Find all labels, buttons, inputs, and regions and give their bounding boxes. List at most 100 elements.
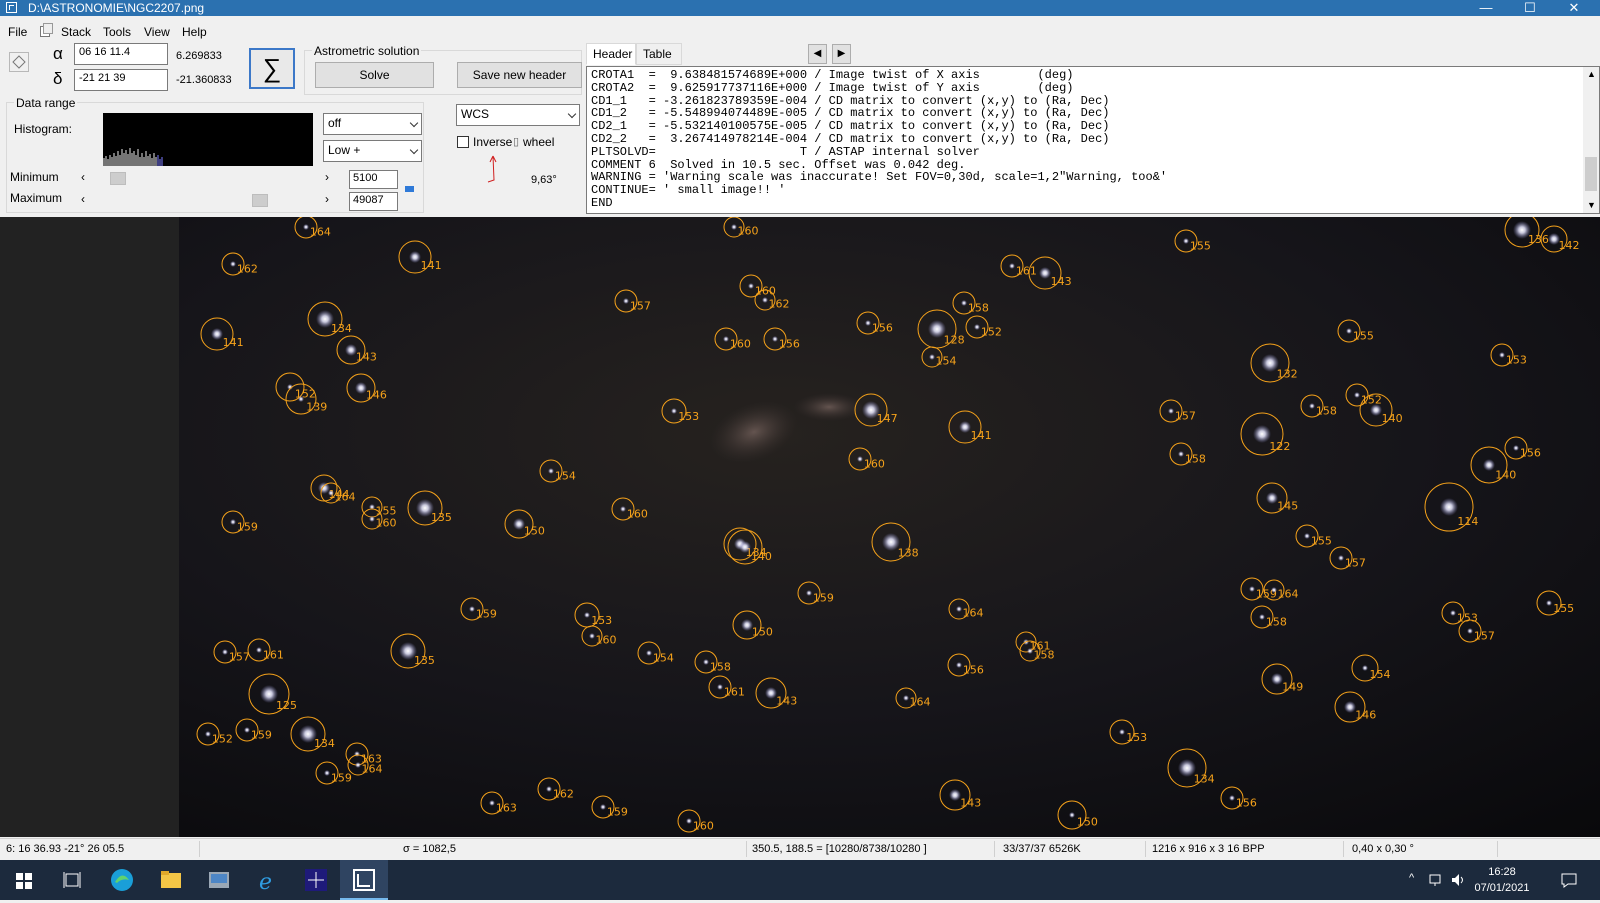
star-point: [1271, 673, 1283, 685]
wcs-combo[interactable]: WCS: [456, 104, 580, 126]
star-magnitude-label: 114: [1457, 515, 1478, 528]
zoom-fit-button[interactable]: [9, 52, 29, 72]
star-magnitude-label: 160: [730, 337, 751, 350]
delta-input[interactable]: -21 21 39: [74, 69, 168, 91]
header-line: CROTA2 = 9.625917737116E+000 / Image twi…: [591, 80, 1074, 95]
star-magnitude-label: 155: [1553, 602, 1574, 615]
star-magnitude-label: 153: [1506, 353, 1527, 366]
start-button[interactable]: [0, 860, 48, 900]
menu-file[interactable]: File: [8, 25, 27, 39]
star-magnitude-label: 143: [356, 351, 377, 364]
explorer-button[interactable]: [147, 860, 195, 900]
status-fov: 0,40 x 0,30 °: [1352, 843, 1414, 855]
star-point: [1309, 403, 1315, 409]
star-point: [256, 647, 262, 653]
prev-button[interactable]: ◀: [808, 44, 827, 64]
star-point: [1266, 492, 1278, 504]
notifications-icon[interactable]: [1560, 872, 1578, 888]
tab-table[interactable]: Table: [636, 43, 682, 65]
solve-button[interactable]: Solve: [315, 62, 434, 88]
star-magnitude-label: 153: [591, 614, 612, 627]
chevron-up-icon[interactable]: ^: [1409, 872, 1414, 884]
sigma-button[interactable]: ∑: [249, 48, 295, 89]
network-icon[interactable]: [1428, 872, 1444, 888]
astap-icon: [353, 869, 375, 891]
star-point: [1271, 587, 1277, 593]
next-button[interactable]: ▶: [832, 44, 851, 64]
range-spinner[interactable]: [403, 170, 416, 211]
star-magnitude-label: 158: [710, 660, 731, 673]
star-magnitude-label: 146: [366, 389, 387, 402]
star-point: [961, 300, 967, 306]
rotation-angle: 9,63°: [531, 174, 557, 186]
star-magnitude-label: 162: [553, 787, 574, 800]
menu-stack[interactable]: Stack: [61, 25, 91, 39]
tab-header[interactable]: Header: [586, 43, 636, 65]
clock[interactable]: 16:28 07/01/2021: [1472, 864, 1532, 896]
maximum-slider-thumb[interactable]: [252, 194, 268, 207]
scroll-thumb[interactable]: [1585, 157, 1597, 191]
minimum-slider-thumb[interactable]: [110, 172, 126, 185]
alpha-input[interactable]: 06 16 11.4: [74, 43, 168, 65]
maximum-label: Maximum: [10, 191, 63, 205]
astap-2-button[interactable]: [292, 860, 340, 900]
volume-icon[interactable]: [1450, 872, 1466, 888]
star-magnitude-label: 158: [1034, 649, 1055, 662]
star-magnitude-label: 134: [331, 322, 352, 335]
inverse-checkbox[interactable]: [457, 136, 469, 148]
menu-view[interactable]: View: [144, 25, 170, 39]
star-point: [211, 328, 223, 340]
star-point: [1259, 614, 1265, 620]
menu-help[interactable]: Help: [182, 25, 207, 39]
min-left-arrow[interactable]: ‹: [81, 170, 85, 184]
star-magnitude-label: 157: [1175, 409, 1196, 422]
star-point: [739, 541, 751, 553]
minimize-button[interactable]: —: [1464, 0, 1508, 16]
status-bar: 6: 16 36.93 -21° 26 05.5 σ = 1082,5 350.…: [0, 838, 1600, 861]
star-magnitude-label: 160: [738, 225, 759, 238]
star-magnitude-label: 154: [555, 469, 576, 482]
star-magnitude-label: 156: [1520, 446, 1541, 459]
star-point: [1168, 408, 1174, 414]
chevron-down-icon: [409, 118, 419, 128]
star-magnitude-label: 125: [276, 699, 297, 712]
star-point: [324, 770, 330, 776]
star-magnitude-label: 164: [335, 491, 356, 504]
star-magnitude-label: 161: [263, 648, 284, 661]
edge-icon: [111, 869, 133, 891]
fits-header-text[interactable]: CROTA1 = 9.638481574689E+000 / Image twi…: [586, 66, 1600, 214]
star-magnitude-label: 150: [1077, 816, 1098, 829]
stack-icon: [40, 23, 53, 37]
task-view-button[interactable]: [48, 860, 96, 900]
star-point: [1499, 352, 1505, 358]
menu-tools[interactable]: Tools: [103, 25, 131, 39]
max-left-arrow[interactable]: ‹: [81, 192, 85, 206]
ie-button[interactable]: e: [243, 860, 291, 900]
minimum-slider[interactable]: [93, 172, 321, 185]
star-point: [620, 506, 626, 512]
close-button[interactable]: ✕: [1552, 0, 1596, 16]
control-panel-button[interactable]: [195, 860, 243, 900]
maximum-input[interactable]: 49087: [349, 192, 398, 211]
maximum-slider[interactable]: [93, 194, 321, 207]
astap-button[interactable]: [340, 860, 388, 900]
maximize-button[interactable]: ☐: [1508, 0, 1552, 16]
scroll-up-icon: ▲: [1587, 69, 1596, 79]
stretch-combo[interactable]: Low +: [323, 140, 422, 162]
header-line: PLTSOLVD= T / ASTAP internal solver: [591, 144, 980, 159]
range-combo[interactable]: off: [323, 113, 422, 135]
astro-image-viewer[interactable]: 164 162 141 141 134 143 152 139 146 144 164 155 160 1…: [179, 217, 1600, 837]
header-scrollbar[interactable]: ▲ ▼: [1583, 67, 1599, 213]
max-right-arrow[interactable]: ›: [325, 192, 329, 206]
star-magnitude-label: 138: [898, 546, 919, 559]
wcs-combo-value: WCS: [461, 107, 489, 121]
status-separator: [994, 841, 995, 857]
save-header-button[interactable]: Save new header: [457, 62, 582, 88]
chevron-down-icon: [409, 145, 419, 155]
minimum-input[interactable]: 5100: [349, 170, 398, 189]
star-magnitude-label: 143: [776, 694, 797, 707]
edge-button[interactable]: [98, 860, 146, 900]
star-point: [230, 519, 236, 525]
min-right-arrow[interactable]: ›: [325, 170, 329, 184]
star-point: [956, 662, 962, 668]
